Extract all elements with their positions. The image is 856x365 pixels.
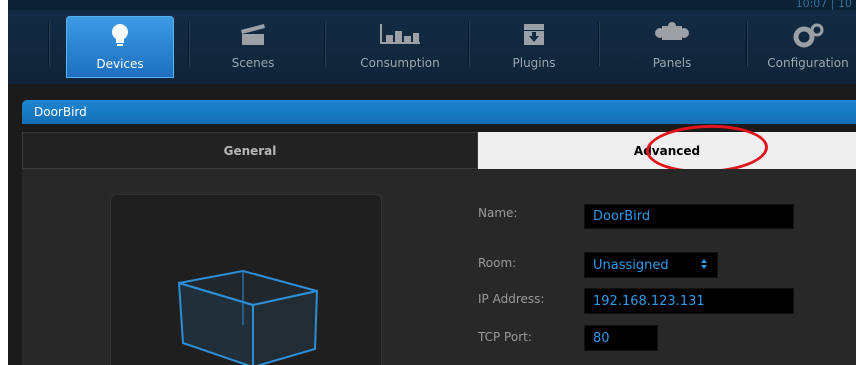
device-preview [110, 194, 382, 365]
nav-plugins[interactable]: Plugins [484, 16, 584, 76]
tab-label: Advanced [633, 143, 701, 158]
tcp-port-value: 80 [593, 330, 610, 346]
ip-address-label: IP Address: [478, 292, 545, 306]
panel-title: DoorBird [22, 100, 856, 124]
ip-address-value: 192.168.123.131 [593, 293, 705, 309]
tab-label: General [223, 143, 277, 158]
nav-consumption[interactable]: Consumption [340, 16, 460, 76]
cube-device-icon [173, 269, 323, 365]
room-value: Unassigned [593, 257, 669, 273]
ip-address-input[interactable]: 192.168.123.131 [584, 288, 794, 314]
nav-label: Consumption [360, 56, 440, 70]
clock: 10:07 | 10 [795, 0, 852, 10]
nav-label: Panels [652, 56, 692, 70]
nav-devices[interactable]: Devices [66, 16, 174, 78]
lightbulb-icon [109, 23, 131, 53]
select-arrows-icon [701, 258, 707, 273]
tcp-port-input[interactable]: 80 [584, 325, 658, 351]
nav-label: Scenes [231, 56, 275, 70]
nav-label: Devices [96, 57, 144, 71]
clapperboard-icon [238, 22, 268, 50]
nav-label: Configuration [767, 56, 849, 70]
name-label: Name: [478, 206, 518, 220]
top-navigation: 10:07 | 10 Devices Scenes Consumption Pl… [8, 0, 856, 84]
nav-label: Plugins [512, 56, 556, 70]
room-select[interactable]: Unassigned [584, 252, 718, 278]
nav-configuration[interactable]: Configuration [760, 16, 856, 76]
gears-icon [790, 22, 826, 52]
bar-chart-icon [378, 22, 422, 50]
nav-scenes[interactable]: Scenes [198, 16, 308, 76]
name-input[interactable]: DoorBird [584, 204, 794, 229]
plugin-box-icon [522, 22, 546, 50]
nav-separator [324, 22, 326, 66]
nav-separator [746, 22, 748, 66]
nav-panels[interactable]: Panels [614, 16, 730, 76]
tcp-port-label: TCP Port: [478, 330, 532, 344]
nav-separator [188, 22, 190, 66]
nav-separator [48, 22, 50, 66]
app-window: 10:07 | 10 Devices Scenes Consumption Pl… [8, 0, 856, 365]
tab-advanced[interactable]: Advanced [478, 132, 856, 169]
room-label: Room: [478, 256, 517, 270]
nav-separator [468, 22, 470, 66]
name-value: DoorBird [593, 209, 651, 224]
tab-general[interactable]: General [22, 132, 478, 169]
puzzle-icon [654, 22, 690, 48]
nav-separator [598, 22, 600, 66]
